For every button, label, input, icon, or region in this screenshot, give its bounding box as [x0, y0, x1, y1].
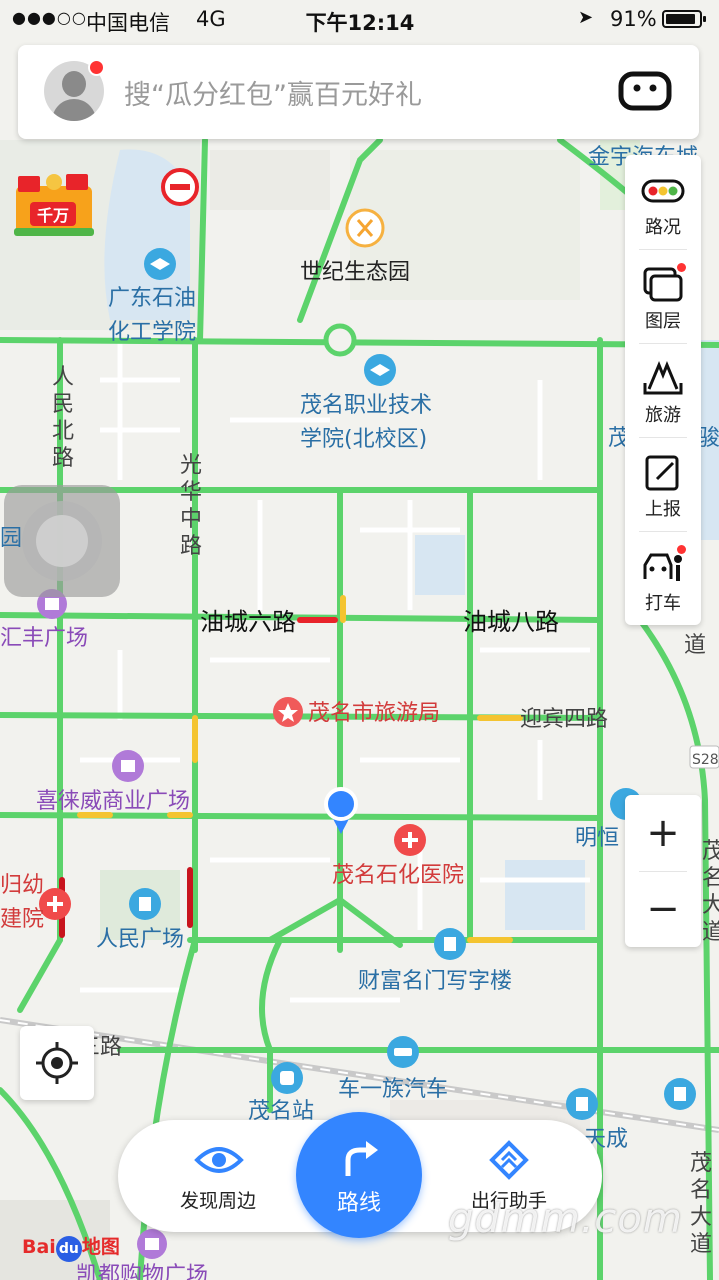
zoom-in-button[interactable]: + — [625, 795, 701, 871]
taxi-button[interactable]: 打车 — [625, 531, 701, 625]
travel-icon — [643, 361, 683, 395]
route-button[interactable]: 路线 — [296, 1112, 422, 1238]
status-bar: ●●●○○ 中国电信 4G 下午12:14 ➤ 91% — [0, 0, 719, 40]
road-label: 名 — [702, 866, 719, 891]
location-arrow-icon: ➤ — [578, 7, 594, 28]
promo-label: 千万 — [37, 206, 69, 225]
report-button[interactable]: 上报 — [625, 437, 701, 531]
poi-label: 茂名市旅游局 — [308, 701, 440, 726]
poi-label: 归幼 — [0, 873, 44, 898]
road-label: 茂 — [690, 1151, 712, 1176]
side-item-label: 图层 — [645, 311, 681, 332]
search-bar[interactable]: 搜“瓜分红包”赢百元好礼 — [18, 45, 699, 139]
road-label: 道 — [690, 1232, 712, 1257]
road-label: 路 — [52, 446, 74, 471]
poi-label: 明恒 — [575, 826, 619, 851]
report-icon — [645, 455, 679, 491]
road-label: 光 — [180, 453, 202, 478]
poi-label: 学院(北校区) — [300, 427, 427, 452]
poi-label: 广东石油 — [108, 286, 196, 311]
zoom-control: + − — [625, 795, 701, 947]
discover-nearby-button[interactable]: 发现周边 — [158, 1120, 278, 1232]
battery-icon — [662, 10, 706, 28]
network-type: 4G — [196, 7, 226, 31]
poi-label: 建院 — [0, 907, 44, 932]
search-input[interactable]: 搜“瓜分红包”赢百元好礼 — [124, 73, 422, 112]
signal-strength: ●●●○○ — [12, 8, 87, 27]
poi-label: 茂名石化医院 — [332, 863, 464, 888]
road-label: 中 — [180, 507, 202, 532]
traffic-button[interactable]: 路况 — [625, 155, 701, 249]
side-item-label: 打车 — [645, 593, 681, 614]
road-label: 道 — [702, 920, 719, 945]
red-packet-promo-icon[interactable]: 千万 — [12, 172, 96, 238]
road-label: 道 — [684, 633, 706, 658]
poi-label: 人民广场 — [96, 927, 184, 952]
route-label: 路线 — [336, 1191, 381, 1216]
traffic-light-icon — [641, 179, 685, 203]
road-label: 华 — [180, 480, 202, 505]
road-label: 路 — [180, 534, 202, 559]
map-tools-panel: 路况 图层 旅游 上报 打车 — [625, 155, 701, 625]
no-entry-icon — [161, 168, 199, 206]
discover-label: 发现周边 — [179, 1190, 256, 1212]
poi-label: 车一族汽车 — [338, 1077, 448, 1102]
road-label: 茂 — [702, 839, 719, 864]
poi-label: 园 — [0, 526, 22, 551]
side-item-label: 路况 — [645, 217, 681, 238]
road-label: 油城八路 — [463, 608, 559, 636]
notification-dot — [677, 263, 686, 272]
voice-assistant-icon[interactable] — [618, 71, 672, 111]
road-label: 大 — [702, 893, 719, 918]
side-item-label: 旅游 — [645, 405, 681, 426]
zoom-out-button[interactable]: − — [625, 871, 701, 947]
side-item-label: 上报 — [645, 499, 681, 520]
poi-label: 化工学院 — [108, 320, 196, 345]
notification-dot — [88, 59, 105, 76]
road-label: 民 — [52, 392, 74, 417]
carrier-name: 中国电信 — [86, 11, 170, 35]
poi-label: 凯都购物广场 — [76, 1263, 208, 1280]
highway-label: S28 — [692, 752, 719, 768]
poi-label: 财富名门写字楼 — [358, 969, 512, 994]
map-canvas[interactable]: 世纪生态园 广东石油 化工学院 茂名职业技术 学院(北校区) 人 民 北 路 光… — [0, 0, 719, 1280]
crosshair-icon — [36, 1042, 78, 1084]
assistant-icon — [489, 1140, 529, 1180]
watermark: gdmm.com — [448, 1196, 683, 1242]
poi-label: 骏 — [698, 426, 719, 451]
locate-me-button[interactable] — [20, 1026, 94, 1100]
poi-label: 汇丰广场 — [0, 626, 88, 651]
road-label: 名 — [690, 1178, 712, 1203]
poi-label: 喜徕威商业广场 — [36, 789, 190, 814]
battery-percent: 91% — [610, 7, 657, 31]
road-label: 人 — [52, 365, 74, 390]
route-arrow-icon — [345, 1141, 378, 1176]
travel-button[interactable]: 旅游 — [625, 343, 701, 437]
baidu-map-logo: Bai du 地图 — [22, 1232, 120, 1262]
notification-dot — [677, 545, 686, 554]
poi-label: 世纪生态园 — [300, 260, 410, 285]
poi-label: 茂名职业技术 — [300, 393, 432, 418]
eye-icon — [194, 1147, 244, 1173]
layers-button[interactable]: 图层 — [625, 249, 701, 343]
road-label: 油城六路 — [200, 608, 296, 636]
road-label: 大 — [690, 1205, 712, 1230]
road-label: 北 — [52, 419, 74, 444]
status-time: 下午12:14 — [305, 11, 415, 35]
road-label: 迎宾四路 — [520, 707, 608, 732]
